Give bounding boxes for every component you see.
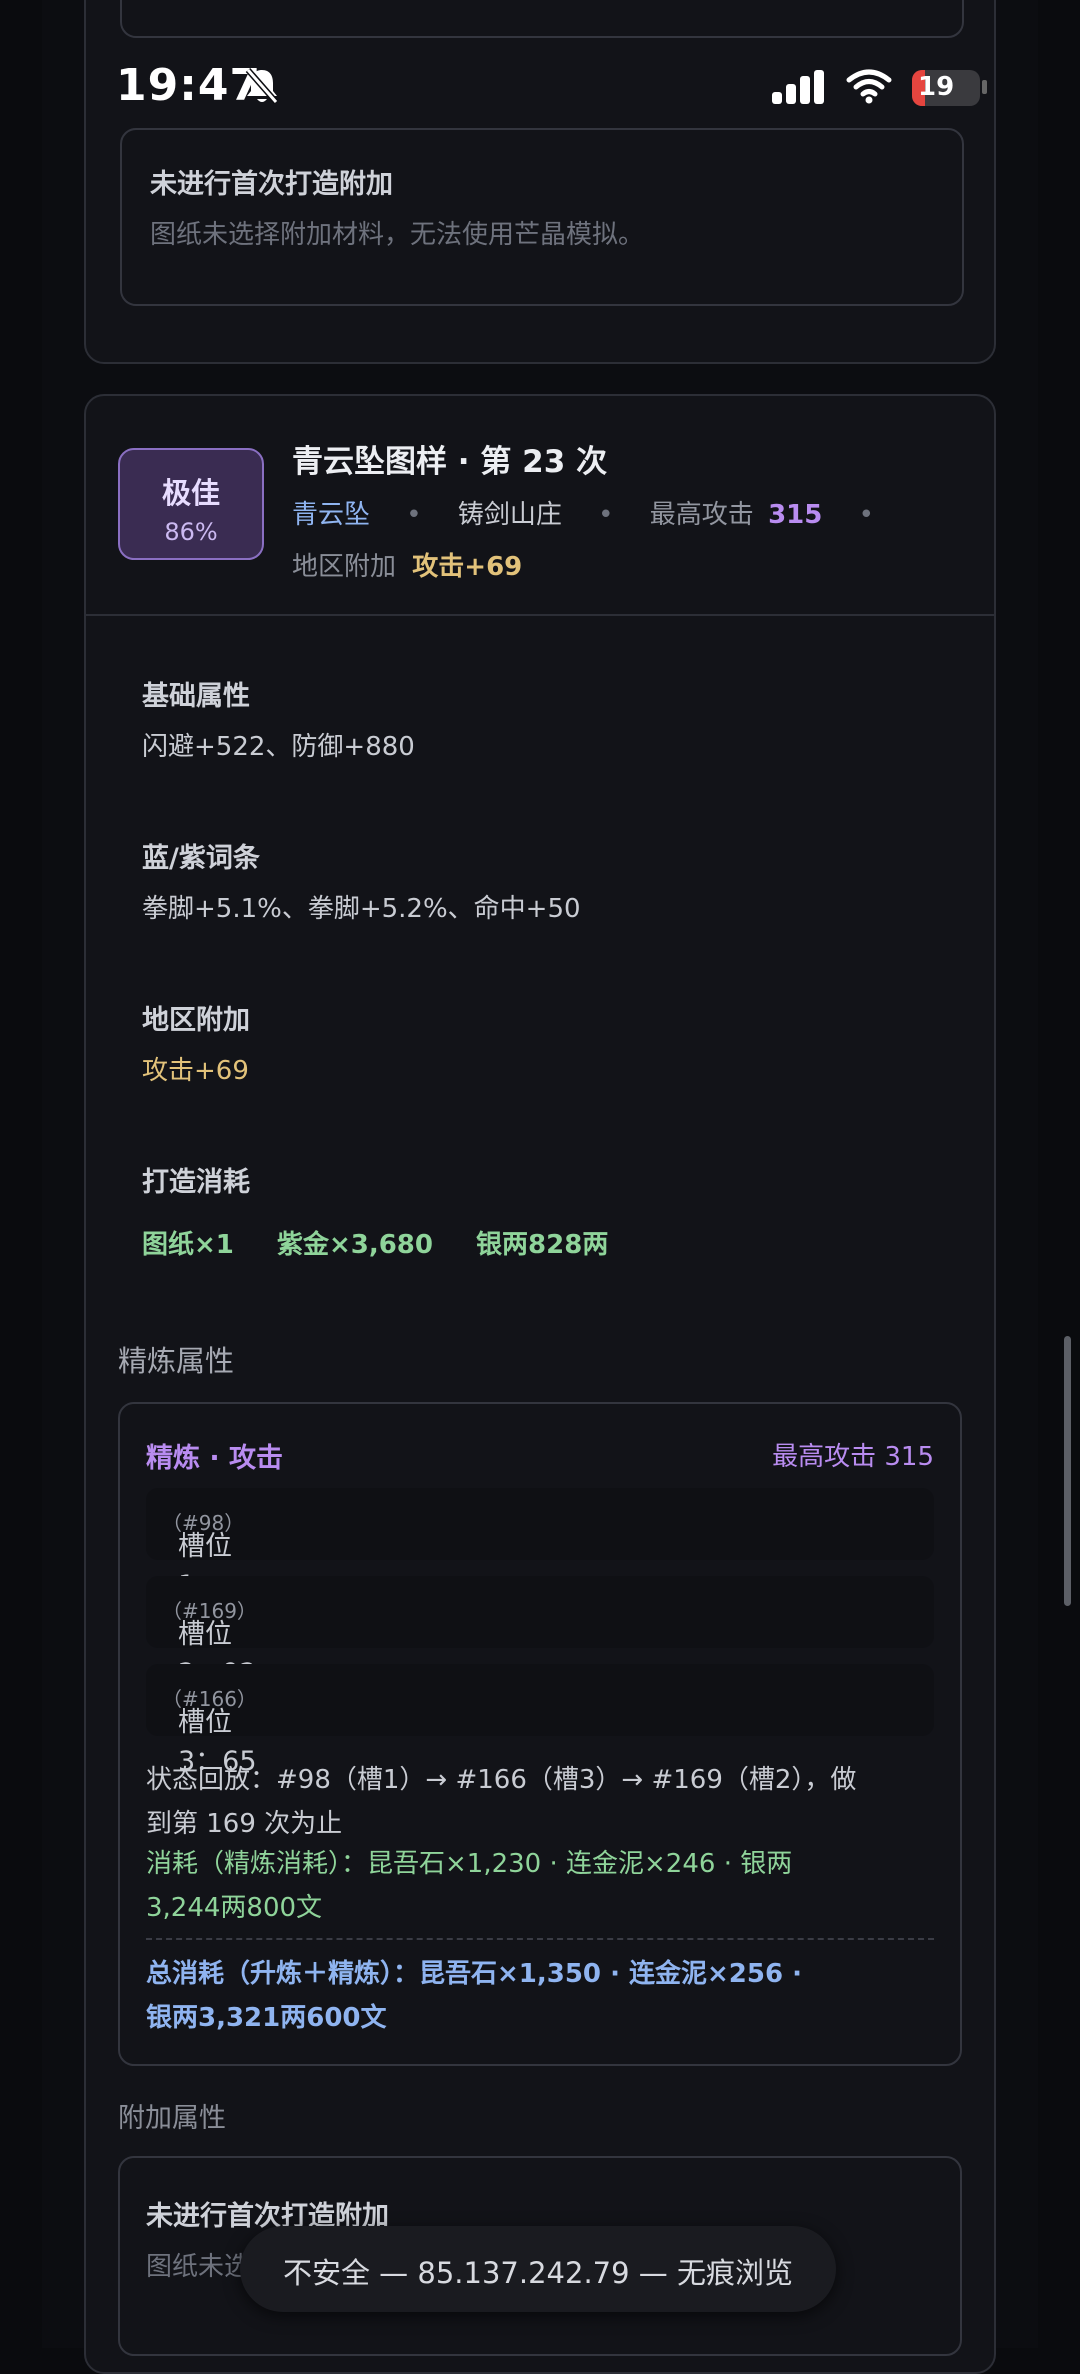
- base-attr-label: 基础属性: [142, 681, 250, 712]
- cost-item: 银两828两: [476, 1230, 609, 1260]
- extra-heading: 附加属性: [118, 2103, 226, 2134]
- cost-item: 图纸×1: [142, 1230, 234, 1260]
- cost-label: 打造消耗: [142, 1167, 250, 1198]
- top-extra-desc: 图纸未选择附加材料，无法使用芒晶模拟。: [150, 220, 645, 250]
- region-section-value: 攻击+69: [142, 1056, 249, 1086]
- url-text: 不安全 — 85.137.242.79 — 无痕浏览: [282, 2256, 794, 2290]
- cost-item: 紫金×3,680: [276, 1230, 433, 1260]
- card-header-divider: [86, 614, 994, 616]
- quality-percent: 86%: [164, 518, 218, 546]
- quality-label: 极佳: [161, 476, 220, 510]
- total-cost-text: 总消耗（升炼＋精炼）：昆吾石×1,350 · 连金泥×256 · 银两3,321…: [146, 1952, 802, 2040]
- refine-heading: 精炼属性: [118, 1344, 235, 1378]
- refine-slot: 槽位 1：158（#98）: [146, 1488, 934, 1633]
- affix-label: 蓝/紫词条: [142, 843, 260, 874]
- replay-line: 到第 169 次为止: [146, 1809, 343, 1839]
- battery-level: 19: [918, 72, 955, 102]
- item-name: 青云坠: [292, 500, 371, 530]
- status-bar: 19:47 19: [0, 0, 1080, 130]
- replay-line: 状态回放：#98（槽1）→ #166（槽3）→ #169（槽2），做: [146, 1765, 857, 1795]
- total-cost-line: 银两3,321两600文: [146, 2003, 387, 2033]
- refine-cost-text: 消耗（精炼消耗）：昆吾石×1,230 · 连金泥×246 · 银两 3,244两…: [146, 1842, 792, 1930]
- region-section-label: 地区附加: [142, 1005, 250, 1036]
- cost-row: 图纸×1 紫金×3,680 银两828两: [142, 1224, 608, 1261]
- base-attr-value: 闪避+522、防御+880: [142, 732, 415, 762]
- refine-title: 精炼 · 攻击: [146, 1443, 284, 1474]
- item-faction: 铸剑山庄: [457, 500, 562, 530]
- total-cost-line: 总消耗（升炼＋精炼）：昆吾石×1,350 · 连金泥×256 ·: [146, 1959, 802, 1989]
- item-region-row: 地区附加 攻击+69: [292, 546, 522, 583]
- max-attack-label: 最高攻击: [649, 500, 754, 530]
- bell-off-icon: [244, 66, 280, 110]
- top-extra-box: 未进行首次打造附加 图纸未选择附加材料，无法使用芒晶模拟。: [120, 128, 964, 306]
- meta-sep: •: [598, 500, 614, 530]
- status-time: 19:47: [116, 60, 262, 111]
- quality-badge: 极佳 86%: [118, 448, 264, 560]
- refine-slot: 槽位 2：92（#169）: [146, 1576, 934, 1689]
- item-meta-row: 青云坠 • 铸剑山庄 • 最高攻击 315 •: [292, 494, 874, 531]
- meta-sep: •: [858, 500, 874, 530]
- refine-cost-line: 消耗（精炼消耗）：昆吾石×1,230 · 连金泥×246 · 银两: [146, 1849, 793, 1879]
- refine-max: 最高攻击 315: [772, 1442, 934, 1472]
- battery-icon: 19: [912, 70, 980, 106]
- battery-nub: [982, 80, 987, 94]
- item-title: 青云坠图样 · 第 23 次: [292, 444, 608, 480]
- meta-sep: •: [406, 500, 422, 530]
- region-value: 攻击+69: [412, 552, 523, 582]
- signal-icon: [772, 70, 828, 110]
- url-bar[interactable]: 不安全 — 85.137.242.79 — 无痕浏览: [240, 2226, 836, 2312]
- affix-value: 拳脚+5.1%、拳脚+5.2%、命中+50: [142, 894, 581, 924]
- wifi-icon: [846, 68, 892, 108]
- refine-divider: [146, 1938, 934, 1940]
- region-label: 地区附加: [292, 552, 397, 582]
- refine-slot: 槽位 3：65 （#166）: [146, 1664, 934, 1777]
- max-attack-value: 315: [768, 500, 823, 530]
- scrollbar[interactable]: [1064, 1336, 1071, 1606]
- replay-text: 状态回放：#98（槽1）→ #166（槽3）→ #169（槽2），做 到第 16…: [146, 1758, 856, 1846]
- refine-cost-line: 3,244两800文: [146, 1893, 323, 1923]
- top-extra-title: 未进行首次打造附加: [150, 169, 393, 200]
